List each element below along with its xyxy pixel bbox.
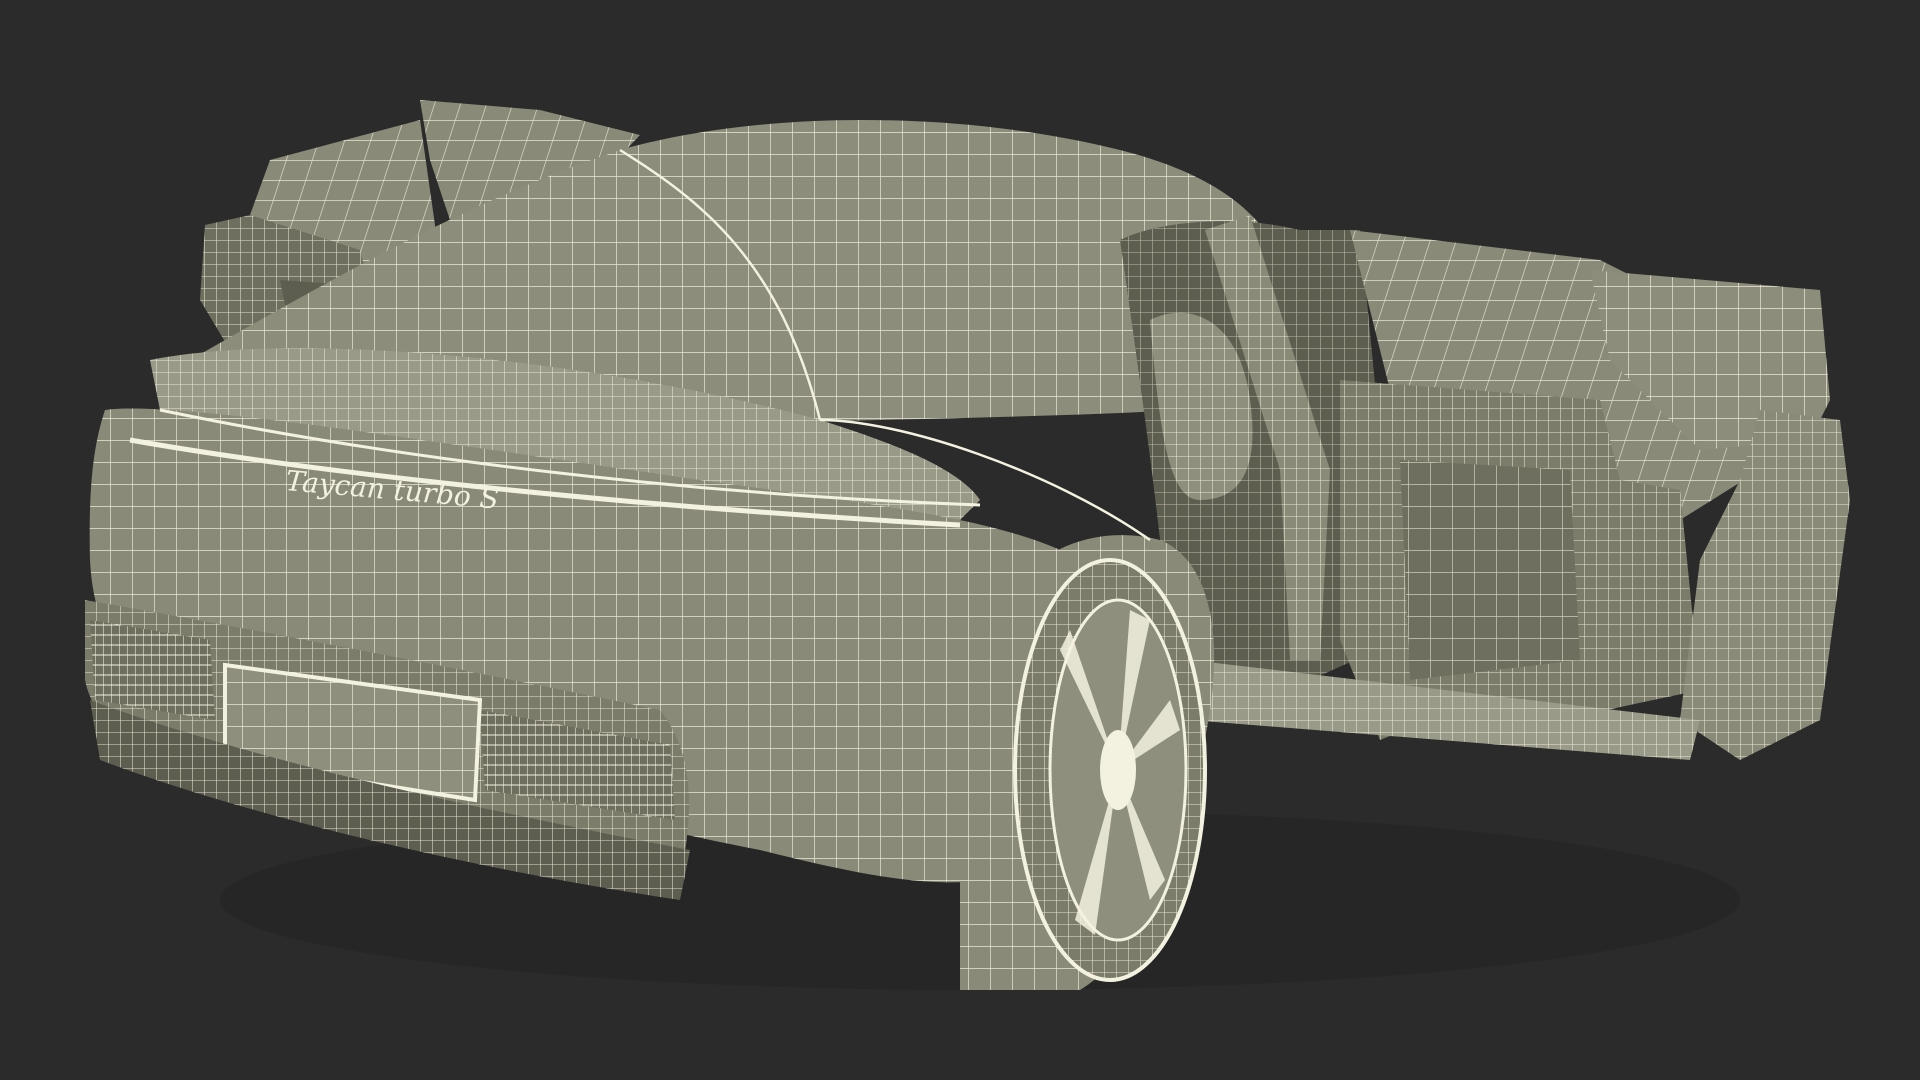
car-wireframe-svg: Taycan turbo S bbox=[85, 100, 1850, 990]
wireframe-car-render: Taycan turbo S bbox=[0, 0, 1920, 1080]
